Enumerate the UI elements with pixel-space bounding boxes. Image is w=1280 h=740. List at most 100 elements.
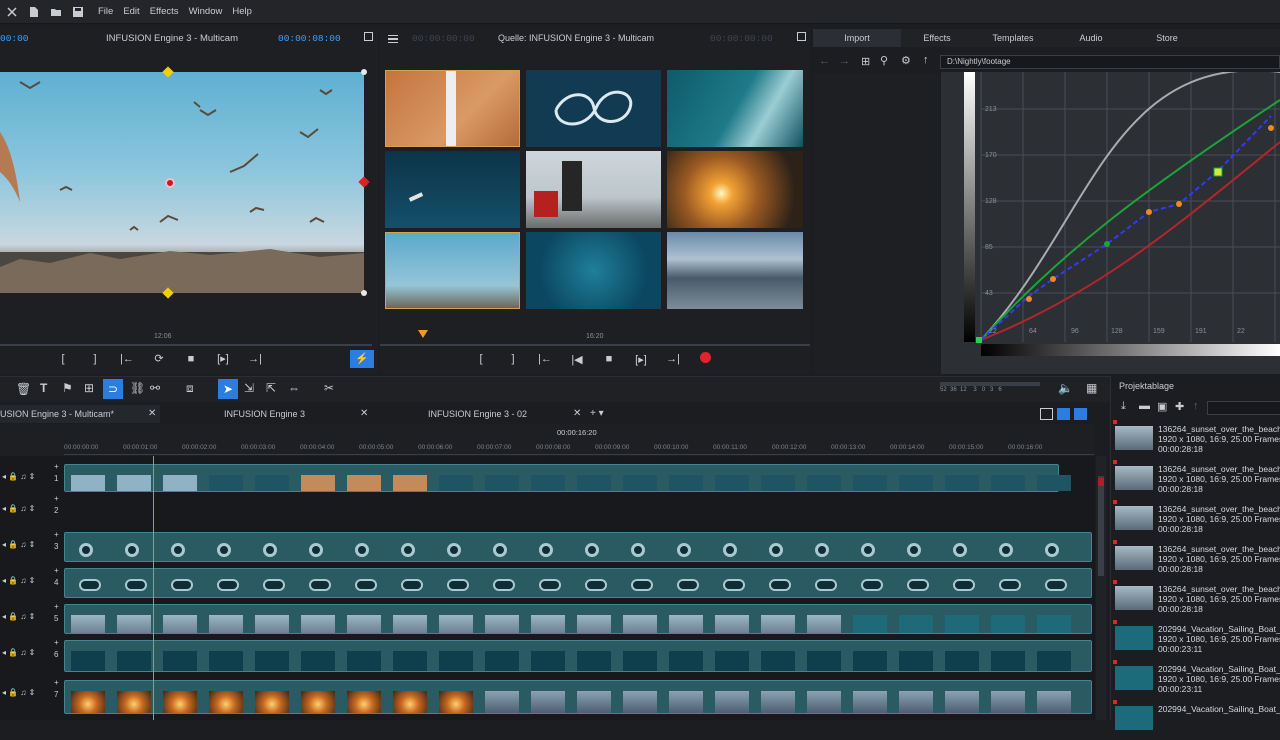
save-bin-icon[interactable]: ▣ (1157, 400, 1167, 413)
track-add-icon[interactable]: + (54, 462, 59, 471)
path-field[interactable]: D:\Nightly\footage (940, 55, 1280, 69)
timeline-ruler[interactable]: 00:00:16:20 00:00:00:00 00:00:01:00 00:00:… (0, 424, 1095, 456)
folder-icon[interactable]: ▬ (1139, 400, 1150, 412)
close-tab-icon[interactable]: ✕ (360, 408, 368, 419)
track-controls[interactable]: ◂ 🔒 ♫ ⇕ 6 + (0, 638, 62, 674)
tab-templates[interactable]: Templates (973, 29, 1053, 47)
tab-audio[interactable]: Audio (1053, 29, 1129, 47)
range-tool-icon[interactable]: ⇔ (288, 381, 300, 395)
source-timecode-right[interactable]: 00:00:00:00 (710, 33, 773, 44)
program-scrub-bar[interactable] (0, 344, 372, 346)
bin-search-input[interactable] (1207, 401, 1280, 415)
view-mode-icon[interactable] (1057, 408, 1070, 420)
bin-item[interactable]: 136264_sunset_over_the_beach 1920 x 1080,… (1112, 500, 1280, 540)
bin-item[interactable]: 136264_sunset_over_the_beach 1920 x 1080,… (1112, 540, 1280, 580)
source-stop-button[interactable]: ■ (598, 353, 620, 365)
speaker-icon[interactable]: 🔈 (1058, 381, 1073, 395)
track-controls[interactable]: ◂ 🔒 ♫ ⇕ 2 + (0, 494, 62, 524)
cam-2[interactable] (526, 70, 661, 147)
menu-help[interactable]: Help (232, 6, 252, 17)
bookmark-icon[interactable]: ⊞ (861, 55, 870, 68)
play-range-button[interactable]: [▸] (212, 352, 234, 365)
track-add-icon[interactable]: + (54, 530, 59, 539)
open-folder-icon[interactable] (50, 6, 62, 18)
source-timecode-left[interactable]: 00:00:00:00 (412, 33, 475, 44)
source-play-range-button[interactable]: [▸] (630, 353, 652, 366)
center-marker[interactable] (165, 178, 175, 188)
track-add-icon[interactable]: + (54, 678, 59, 687)
trim-tool-icon[interactable]: ⇱ (266, 381, 276, 395)
close-icon[interactable] (6, 6, 18, 18)
timeline-clip[interactable] (64, 604, 1092, 634)
forward-arrow-icon[interactable]: → (839, 55, 850, 67)
stop-button[interactable]: ■ (180, 353, 202, 365)
multicam-mode-icon[interactable]: ⚡ (350, 350, 374, 368)
close-tab-icon[interactable]: ✕ (573, 408, 581, 419)
search-icon[interactable]: ⚲ (880, 54, 888, 67)
text-icon[interactable]: T (40, 381, 47, 395)
view-mode-icon[interactable] (1040, 408, 1053, 420)
back-arrow-icon[interactable]: ← (819, 55, 830, 67)
link-icon[interactable]: ⛓ (130, 381, 145, 395)
gear-icon[interactable]: ⚙ (901, 54, 911, 67)
tab-store[interactable]: Store (1129, 29, 1205, 47)
menu-edit[interactable]: Edit (123, 6, 139, 17)
previous-frame-button[interactable]: |◀ (566, 353, 588, 366)
scissors-icon[interactable]: ✂ (324, 381, 334, 395)
timeline-clip[interactable] (64, 532, 1092, 562)
menu-effects[interactable]: Effects (150, 6, 179, 17)
bin-item[interactable]: 136264_sunset_over_the_beach 1920 x 1080,… (1112, 460, 1280, 500)
select-tool-icon[interactable]: ⇲ (244, 381, 254, 395)
loop-icon[interactable]: ⟳ (148, 352, 170, 365)
cam-7[interactable] (385, 232, 520, 309)
up-arrow-icon[interactable]: ↑ (923, 54, 929, 66)
source-mark-out-button[interactable]: ] (502, 353, 524, 365)
tab-infusion[interactable]: INFUSION Engine 3 ✕ (164, 405, 374, 423)
go-to-out-button[interactable]: →| (244, 353, 266, 365)
bin-item[interactable]: 202994_Vacation_Sailing_Boat_ 1920 x 1080… (1112, 660, 1280, 700)
source-scrub-bar[interactable] (380, 344, 810, 346)
view-mode-icon[interactable] (1074, 408, 1087, 420)
source-mark-in-button[interactable]: [ (470, 353, 492, 365)
track-controls[interactable]: ◂ 🔒 ♫ ⇕ 3 + (0, 530, 62, 564)
cam-8[interactable] (526, 232, 661, 309)
program-video-frame[interactable] (0, 72, 364, 293)
split-icon[interactable]: ⧈ (186, 381, 194, 396)
timeline-clip[interactable] (64, 568, 1092, 598)
source-playhead-marker[interactable] (418, 330, 428, 338)
timeline-clip[interactable] (64, 464, 1071, 492)
track-add-icon[interactable]: + (54, 602, 59, 611)
new-file-icon[interactable] (28, 6, 40, 18)
tab-infusion-02[interactable]: INFUSION Engine 3 - 02 ✕ (378, 405, 588, 423)
hamburger-menu-icon[interactable] (388, 35, 398, 43)
cam-4[interactable] (385, 151, 520, 228)
marker-icon[interactable]: ⚑ (62, 381, 73, 395)
track-controls[interactable]: ◂ 🔒 ♫ ⇕ 1 + (0, 462, 62, 494)
bin-item[interactable]: 202994_Vacation_Sailing_Boat_ 1920 x 1080… (1112, 620, 1280, 660)
pointer-tool-icon[interactable]: ➤ (218, 379, 238, 399)
source-menu-icon[interactable] (797, 32, 806, 41)
source-go-to-out-button[interactable]: →| (662, 353, 684, 365)
unlink-icon[interactable]: ⚯ (150, 381, 160, 395)
up-icon[interactable]: ↑ (1193, 400, 1199, 412)
download-icon[interactable]: ⤓ (1121, 400, 1126, 413)
mixer-icon[interactable]: ▦ (1086, 381, 1097, 395)
track-add-icon[interactable]: + (54, 494, 59, 503)
track-controls[interactable]: ◂ 🔒 ♫ ⇕ 7 + (0, 678, 62, 716)
save-icon[interactable] (72, 6, 84, 18)
corner-handle-tr[interactable] (361, 69, 367, 75)
menu-file[interactable]: File (98, 6, 113, 17)
tab-effects[interactable]: Effects (901, 29, 973, 47)
program-timecode-out[interactable]: 00:00:08:00 (278, 33, 341, 44)
mark-in-button[interactable]: [ (52, 353, 74, 365)
bin-item[interactable]: 136264_sunset_over_the_beach 1920 x 1080,… (1112, 420, 1280, 460)
add-tab-button[interactable]: + ▾ (590, 408, 604, 419)
corner-handle-br[interactable] (361, 290, 367, 296)
cam-1[interactable] (385, 70, 520, 147)
bin-item[interactable]: 202994_Vacation_Sailing_Boat_ (1112, 700, 1280, 740)
menu-window[interactable]: Window (189, 6, 223, 17)
cam-9[interactable] (667, 232, 803, 309)
cam-6[interactable] (667, 151, 803, 228)
track-add-icon[interactable]: + (54, 638, 59, 647)
magnet-icon[interactable]: ⊃ (103, 379, 123, 399)
